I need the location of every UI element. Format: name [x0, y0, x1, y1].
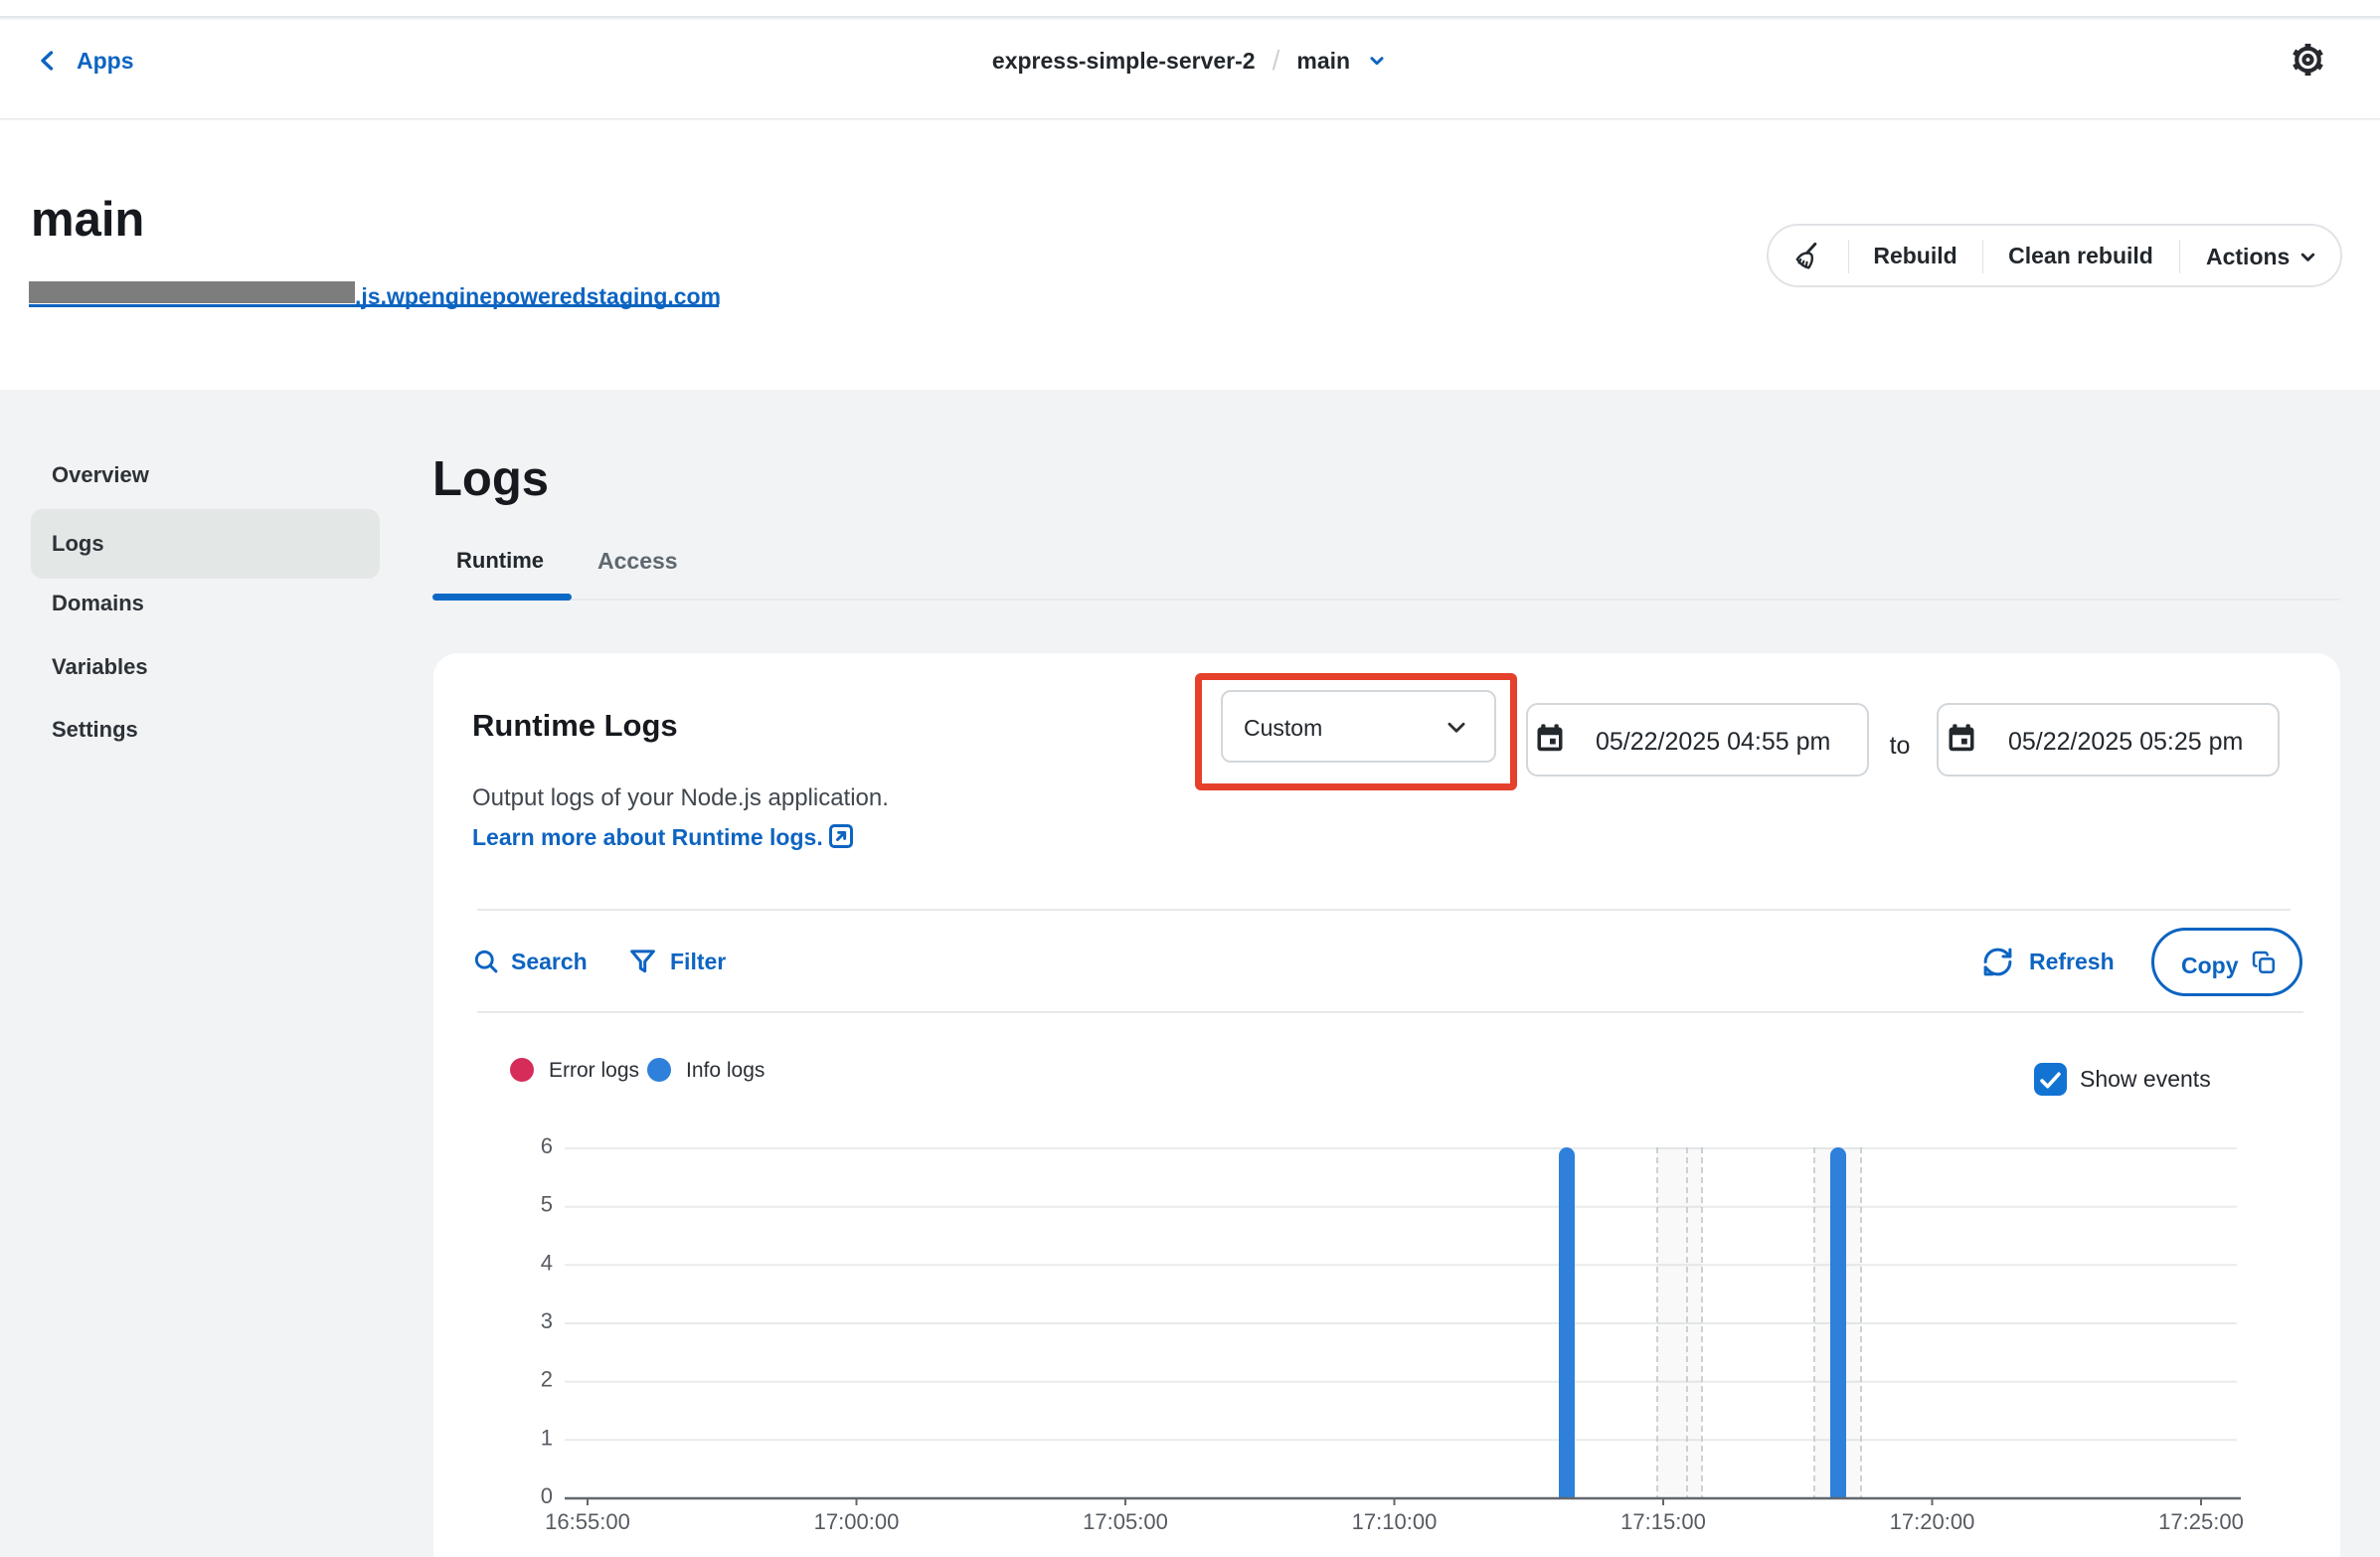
svg-text:17:00:00: 17:00:00: [814, 1509, 900, 1534]
svg-text:17:20:00: 17:20:00: [1890, 1509, 1975, 1534]
svg-text:17:10:00: 17:10:00: [1352, 1509, 1438, 1534]
svg-text:0: 0: [541, 1483, 553, 1508]
svg-text:17:15:00: 17:15:00: [1620, 1509, 1706, 1534]
svg-text:2: 2: [541, 1367, 553, 1392]
svg-text:4: 4: [541, 1250, 553, 1275]
svg-text:6: 6: [541, 1133, 553, 1158]
svg-text:17:05:00: 17:05:00: [1083, 1509, 1168, 1534]
svg-text:1: 1: [541, 1425, 553, 1450]
svg-text:16:55:00: 16:55:00: [545, 1509, 630, 1534]
svg-text:17:25:00: 17:25:00: [2158, 1509, 2244, 1534]
svg-text:5: 5: [541, 1192, 553, 1217]
svg-text:3: 3: [541, 1308, 553, 1333]
